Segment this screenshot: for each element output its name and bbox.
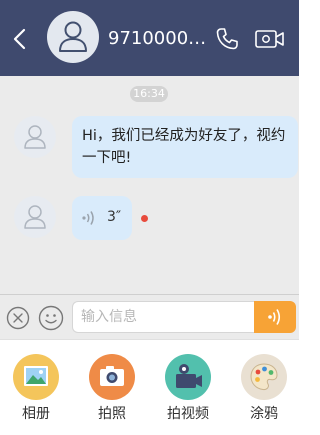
voice-duration: 3″ bbox=[107, 209, 122, 225]
voice-input-button[interactable] bbox=[254, 301, 296, 333]
emoji-icon[interactable] bbox=[38, 305, 64, 331]
voice-message-bubble[interactable]: 3″ bbox=[72, 196, 132, 240]
voice-wave-icon bbox=[82, 211, 94, 225]
user-avatar-icon bbox=[59, 21, 87, 52]
message-input[interactable] bbox=[72, 301, 254, 333]
text-message-bubble[interactable]: Hi，我们已经成为好友了，视约一下吧! bbox=[72, 116, 298, 178]
album-button[interactable]: 相册 bbox=[1, 340, 71, 435]
chat-area[interactable]: 16:34 Hi，我们已经成为好友了，视约一下吧! 3″ bbox=[0, 76, 299, 294]
video-camera-icon[interactable] bbox=[254, 27, 286, 51]
album-label: 相册 bbox=[22, 406, 50, 422]
video-record-icon bbox=[165, 354, 211, 400]
user-avatar-icon bbox=[24, 125, 46, 149]
record-video-button[interactable]: 拍视频 bbox=[153, 340, 223, 435]
take-photo-label: 拍照 bbox=[98, 406, 126, 422]
sender-avatar[interactable] bbox=[14, 196, 56, 238]
doodle-button[interactable]: 涂鸦 bbox=[229, 340, 299, 435]
input-bar bbox=[0, 294, 299, 339]
contact-name: 97100007... bbox=[108, 28, 212, 49]
palette-icon bbox=[241, 354, 287, 400]
user-avatar-icon bbox=[24, 205, 46, 229]
back-arrow-icon[interactable] bbox=[8, 26, 32, 52]
doodle-label: 涂鸦 bbox=[250, 406, 278, 422]
chat-header: 97100007... bbox=[0, 0, 299, 76]
message-text: Hi，我们已经成为好友了，视约一下吧! bbox=[82, 128, 286, 166]
sender-avatar[interactable] bbox=[14, 116, 56, 158]
contact-avatar[interactable] bbox=[47, 11, 99, 63]
phone-icon[interactable] bbox=[214, 26, 240, 52]
voice-icon bbox=[268, 309, 281, 325]
unread-dot bbox=[141, 215, 148, 222]
take-photo-button[interactable]: 拍照 bbox=[77, 340, 147, 435]
attachment-panel: 相册 拍照 拍视频 涂鸦 bbox=[0, 339, 299, 435]
message-timestamp: 16:34 bbox=[130, 86, 168, 102]
record-video-label: 拍视频 bbox=[167, 406, 209, 422]
close-icon[interactable] bbox=[6, 306, 30, 330]
camera-icon bbox=[89, 354, 135, 400]
photo-album-icon bbox=[13, 354, 59, 400]
